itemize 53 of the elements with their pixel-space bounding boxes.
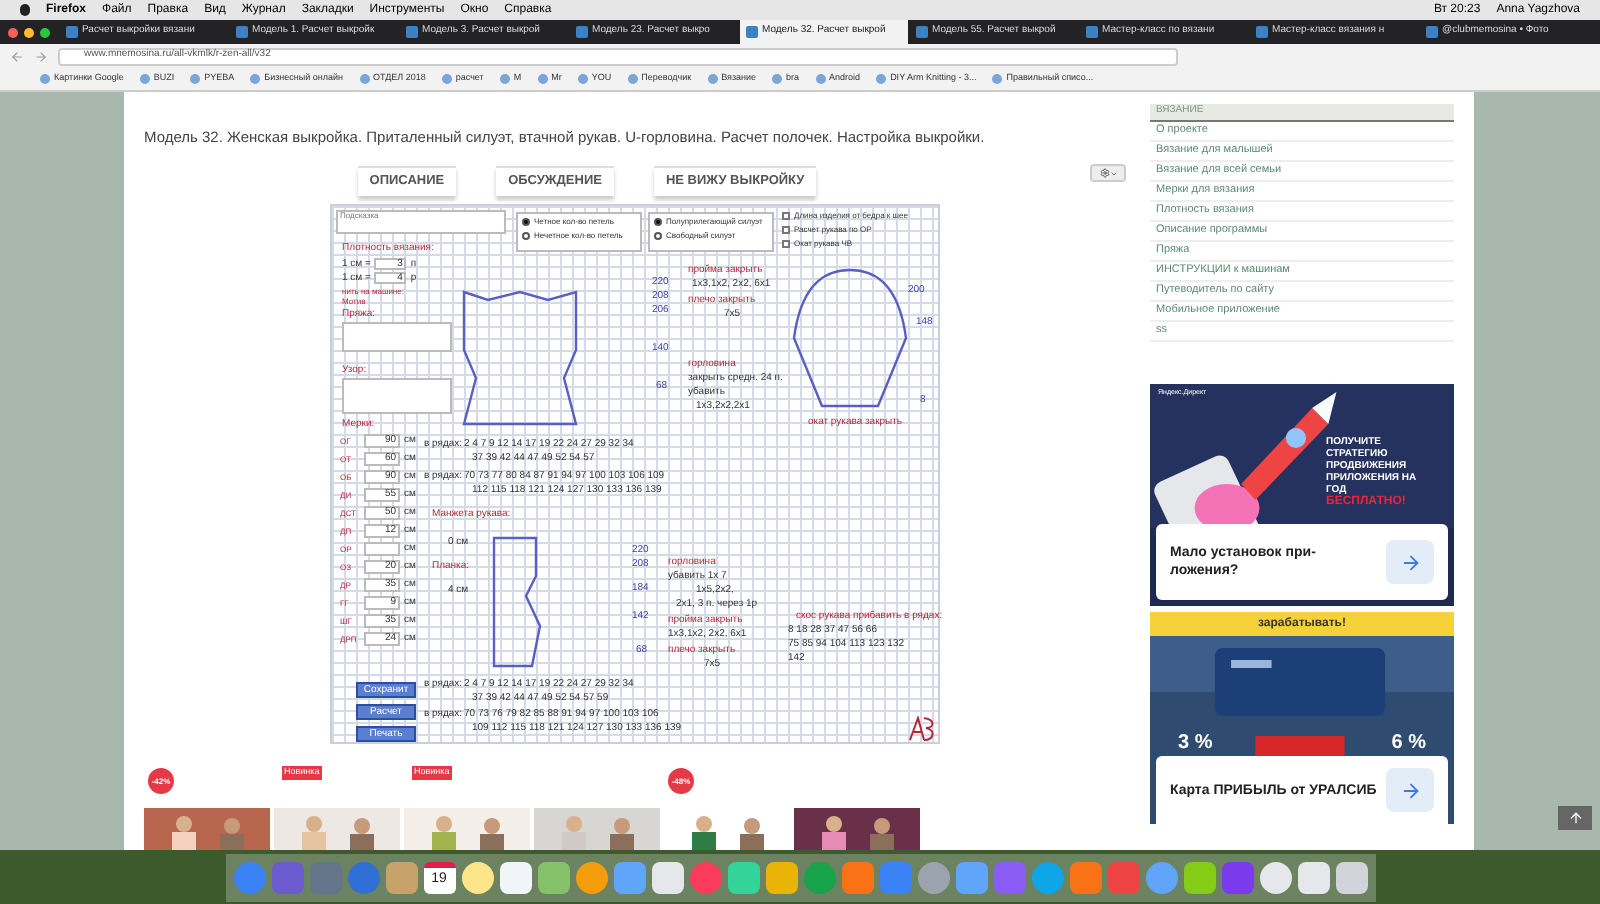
minimize-window-icon[interactable] bbox=[24, 27, 34, 37]
app-icon[interactable] bbox=[1297, 861, 1329, 893]
app-icon[interactable] bbox=[651, 861, 683, 893]
forward-icon[interactable] bbox=[34, 49, 48, 63]
radio-button[interactable] bbox=[654, 232, 662, 240]
settings-button[interactable] bbox=[1090, 164, 1126, 183]
site-icon bbox=[1426, 26, 1438, 38]
site-icon bbox=[66, 26, 78, 38]
site-icon bbox=[406, 26, 418, 38]
site-icon bbox=[576, 26, 588, 38]
app-icon[interactable] bbox=[499, 861, 531, 893]
arrow-button[interactable] bbox=[1386, 768, 1434, 812]
zoom-window-icon[interactable] bbox=[40, 27, 50, 37]
app-icon[interactable] bbox=[765, 861, 797, 893]
caret-icon bbox=[1109, 169, 1117, 178]
site-icon bbox=[236, 26, 248, 38]
close-window-icon[interactable] bbox=[8, 27, 18, 37]
radio-button[interactable] bbox=[522, 232, 530, 240]
site-icon bbox=[746, 26, 758, 38]
arrow-up-icon bbox=[1567, 810, 1583, 826]
app-icon[interactable] bbox=[613, 861, 645, 893]
radio-button[interactable] bbox=[522, 218, 530, 226]
arrow-right-icon bbox=[1399, 551, 1421, 573]
app-icon[interactable] bbox=[1183, 861, 1215, 893]
stitch-pattern-field[interactable] bbox=[342, 378, 452, 414]
app-icon[interactable] bbox=[727, 861, 759, 893]
app-icon[interactable] bbox=[575, 861, 607, 893]
app-icon[interactable] bbox=[537, 861, 569, 893]
arrow-right-icon bbox=[1399, 779, 1421, 801]
radio-button[interactable] bbox=[654, 218, 662, 226]
app-icon[interactable] bbox=[917, 861, 949, 893]
scroll-top-button[interactable] bbox=[1558, 806, 1592, 830]
yarn-field[interactable] bbox=[342, 322, 452, 352]
site-icon bbox=[1256, 26, 1268, 38]
site-icon bbox=[1086, 26, 1098, 38]
settings-icon bbox=[1099, 168, 1109, 179]
rate-label: 6 % bbox=[1391, 730, 1426, 758]
app-icon[interactable] bbox=[461, 861, 493, 893]
apple-icon[interactable] bbox=[20, 4, 30, 16]
app-icon[interactable] bbox=[1145, 861, 1177, 893]
sleeve-pattern-drawing bbox=[792, 268, 908, 408]
arrow-button[interactable] bbox=[1386, 540, 1434, 584]
front-pattern-drawing bbox=[460, 290, 580, 426]
app-icon[interactable] bbox=[1335, 861, 1367, 893]
back-icon[interactable] bbox=[10, 49, 24, 63]
app-icon[interactable] bbox=[385, 861, 417, 893]
back-pattern-drawing bbox=[492, 536, 544, 668]
app-icon[interactable] bbox=[1259, 861, 1291, 893]
app-icon[interactable] bbox=[955, 861, 987, 893]
measurement-field[interactable] bbox=[364, 542, 400, 556]
logo-icon bbox=[908, 716, 936, 742]
rate-label: 3 % bbox=[1178, 730, 1213, 758]
site-icon bbox=[916, 26, 928, 38]
